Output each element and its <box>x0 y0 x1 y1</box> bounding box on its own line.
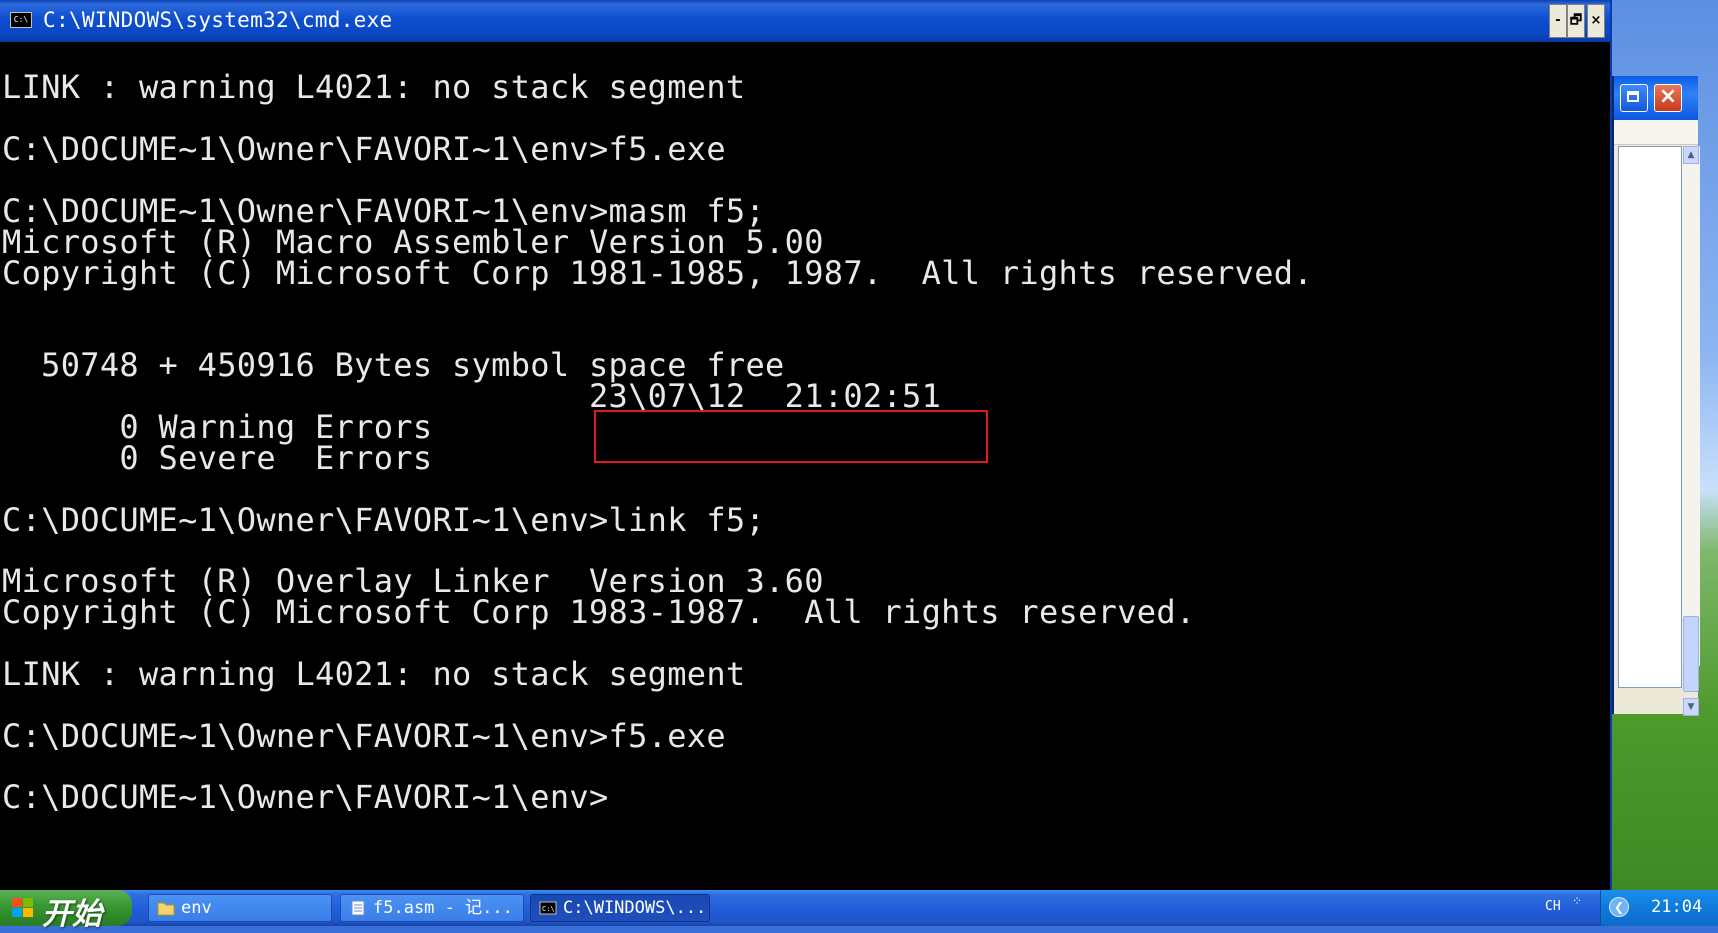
background-window-content <box>1618 146 1682 688</box>
minimize-button[interactable]: - <box>1549 4 1567 38</box>
svg-text:C:\: C:\ <box>542 905 555 913</box>
window-title: C:\WINDOWS\system32\cmd.exe <box>43 8 393 32</box>
folder-icon <box>157 902 175 916</box>
console-line: C:\DOCUME~1\Owner\FAVORI~1\env>f5.exe <box>2 717 726 755</box>
start-button[interactable]: 开始 <box>0 890 132 932</box>
taskbar-item-label: env <box>181 898 212 918</box>
scroll-thumb[interactable] <box>1683 616 1699 692</box>
cmd-icon: C:\ <box>539 901 557 915</box>
console-output[interactable]: LINK : warning L4021: no stack segment C… <box>0 42 1610 890</box>
highlight-box <box>594 410 988 463</box>
taskbar-item-label: C:\WINDOWS\... <box>563 898 707 918</box>
cmd-window[interactable]: C:\ C:\WINDOWS\system32\cmd.exe - 🗗 × LI… <box>0 0 1612 890</box>
console-line: Copyright (C) Microsoft Corp 1983-1987. … <box>2 593 1196 631</box>
console-line: Copyright (C) Microsoft Corp 1981-1985, … <box>2 254 1313 292</box>
taskbar-item-notepad[interactable]: f5.asm - 记... <box>340 894 524 922</box>
console-line: C:\DOCUME~1\Owner\FAVORI~1\env>link f5; <box>2 501 766 539</box>
console-line: LINK : warning L4021: no stack segment <box>2 68 746 106</box>
console-line: C:\DOCUME~1\Owner\FAVORI~1\env>f5.exe <box>2 130 726 168</box>
taskbar: 开始 env f5.asm - 记... C:\ C:\WINDOWS\... … <box>0 890 1718 932</box>
cmd-icon[interactable]: C:\ <box>10 12 32 28</box>
scroll-up-arrow-icon[interactable]: ▲ <box>1683 146 1699 164</box>
notepad-icon <box>351 900 365 916</box>
console-prompt: C:\DOCUME~1\Owner\FAVORI~1\env> <box>2 778 609 816</box>
ime-icon[interactable]: ⁘ <box>1572 895 1582 918</box>
taskbar-item-cmd[interactable]: C:\ C:\WINDOWS\... <box>530 894 710 922</box>
start-label: 开始 <box>42 897 102 932</box>
console-line: LINK : warning L4021: no stack segment <box>2 655 746 693</box>
close-button[interactable]: × <box>1587 4 1605 38</box>
taskbar-item-label: f5.asm - 记... <box>373 898 513 918</box>
clock[interactable]: 21:04 <box>1651 897 1702 917</box>
background-window[interactable]: × ▲ ▼ <box>1612 76 1700 716</box>
language-indicator[interactable]: CH <box>1545 899 1561 914</box>
background-window-close-button[interactable]: × <box>1654 84 1682 112</box>
windows-logo-icon <box>12 898 34 918</box>
scroll-down-arrow-icon[interactable]: ▼ <box>1683 698 1699 716</box>
console-line: 0 Severe Errors <box>2 439 433 477</box>
taskbar-item-env[interactable]: env <box>148 894 332 922</box>
cmd-titlebar[interactable]: C:\ C:\WINDOWS\system32\cmd.exe - 🗗 × <box>0 0 1610 42</box>
system-tray: ❮ 21:04 <box>1600 890 1718 926</box>
show-hidden-icons-icon[interactable]: ❮ <box>1609 897 1629 917</box>
background-window-menubar <box>1614 120 1698 145</box>
background-window-maximize-button[interactable] <box>1620 84 1648 112</box>
restore-button[interactable]: 🗗 <box>1567 4 1585 38</box>
background-window-scrollbar[interactable]: ▲ ▼ <box>1682 146 1700 716</box>
